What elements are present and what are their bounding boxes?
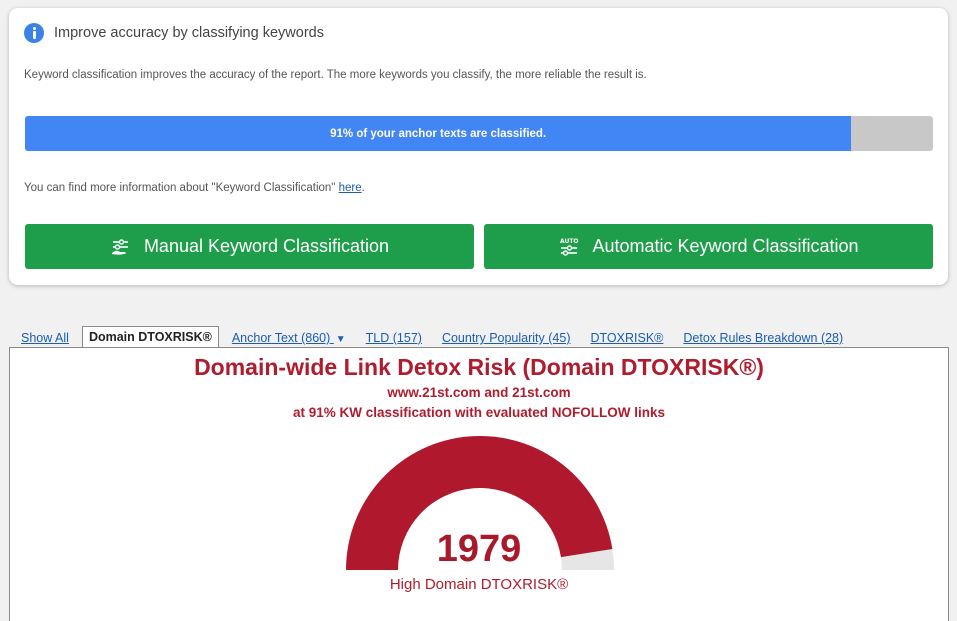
risk-title: Domain-wide Link Detox Risk (Domain DTOX… (194, 354, 764, 380)
more-info-prefix: You can find more information about "Key… (24, 182, 336, 194)
risk-classification-note: at 91% KW classification with evaluated … (292, 405, 666, 420)
auto-classify-icon: AUTO (560, 238, 579, 256)
auto-button-label: Automatic Keyword Classification (592, 236, 859, 256)
tab-anchor-text[interactable]: Anchor Text (860) ▼ (225, 327, 353, 348)
risk-domains: www.21st.com and 21st.com (387, 385, 571, 400)
manual-button-label: Manual Keyword Classification (143, 236, 390, 256)
more-info-text: You can find more information about "Key… (24, 182, 365, 194)
tab-country-popularity[interactable]: Country Popularity (45) (435, 327, 578, 348)
card-description: Keyword classification improves the accu… (24, 69, 647, 81)
more-info-suffix: . (361, 182, 365, 194)
domain-dtoxrisk-panel: Domain-wide Link Detox Risk (Domain DTOX… (9, 347, 949, 621)
report-tabs: Show All Domain DTOXRISK® Anchor Text (8… (14, 324, 856, 349)
tab-detox-rules-breakdown[interactable]: Detox Rules Breakdown (28) (676, 327, 850, 348)
manual-classify-icon (111, 238, 128, 255)
tab-anchor-text-label: Anchor Text (860) (231, 331, 331, 345)
automatic-classification-button[interactable]: AUTO Automatic Keyword Classification (484, 224, 933, 269)
keyword-classification-card: Improve accuracy by classifying keywords… (9, 8, 948, 285)
progress-text: 91% of your anchor texts are classified. (330, 127, 547, 140)
tab-dtoxrisk[interactable]: DTOXRISK® (583, 327, 670, 348)
risk-level-label: High Domain DTOXRISK® (389, 576, 569, 593)
tab-show-all[interactable]: Show All (14, 327, 76, 348)
tab-domain-dtoxrisk[interactable]: Domain DTOXRISK® (81, 326, 219, 349)
caret-down-icon: ▼ (335, 334, 346, 345)
info-icon (24, 23, 44, 43)
card-title: Improve accuracy by classifying keywords (54, 25, 324, 41)
more-info-link[interactable]: here (339, 182, 362, 194)
classification-progress-bar: 91% of your anchor texts are classified. (25, 116, 933, 151)
manual-classification-button[interactable]: Manual Keyword Classification (25, 224, 474, 269)
tab-tld[interactable]: TLD (157) (359, 327, 429, 348)
risk-score: 1979 (436, 528, 522, 570)
auto-icon-text: AUTO (560, 238, 579, 245)
